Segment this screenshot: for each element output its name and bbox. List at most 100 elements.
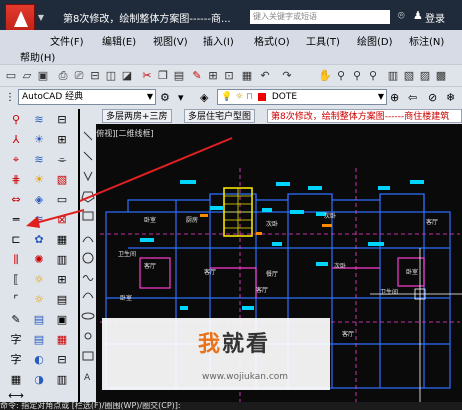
block-editor-icon[interactable]: ⊞ [206, 69, 220, 83]
menu-file[interactable]: 文件(F) [50, 33, 84, 48]
point-icon[interactable]: ⊟ [54, 352, 70, 368]
layer-state-icon[interactable]: ⊘ [428, 91, 437, 104]
room-label: 卧室 [120, 294, 132, 302]
make-current-icon[interactable]: ⊕ [390, 91, 399, 104]
cloud-icon[interactable]: ▥ [54, 252, 70, 268]
command-line[interactable]: 命令: 指定对角点或 [栏选(F)/圈围(WP)/圈交(CP)]: [0, 402, 462, 410]
annotation-arrow-head [26, 209, 84, 228]
join-icon[interactable]: ⟦ [8, 272, 24, 288]
tool-palettes-icon[interactable]: ▨ [418, 69, 432, 83]
polygon-icon[interactable]: ▧ [54, 172, 70, 188]
line-icon[interactable]: ⊟ [54, 112, 70, 128]
layers-icon[interactable]: ≋ [31, 112, 47, 128]
open-folder-icon[interactable]: ▱ [20, 69, 34, 83]
room-label: 次卧 [324, 212, 336, 220]
modify-toolbar-strip: A [80, 124, 96, 402]
multiline-text-icon[interactable]: 字 [8, 352, 24, 368]
publish-icon[interactable]: ⊟ [88, 69, 102, 83]
3d-print-icon[interactable]: ◪ [120, 69, 134, 83]
print-preview-icon[interactable]: ⎚ [72, 69, 86, 83]
offset-icon[interactable]: ⌖ [8, 152, 24, 168]
lock-layer-icon[interactable]: ▤ [31, 312, 47, 328]
dimension-linear-icon[interactable]: ═ [8, 212, 24, 228]
bulb-on-icon[interactable]: ☀ [31, 172, 47, 188]
menu-view[interactable]: 视图(V) [153, 33, 188, 48]
properties-icon[interactable]: ▥ [386, 69, 400, 83]
draw-toolbar-column-3: ⊟ ⊞ ⌯ ▧ ▭ ⊠ ▦ ▥ ⊞ ▤ ▣ ▦ ⊟ ▥ [51, 108, 73, 404]
thaw-icon[interactable]: ☼ [31, 292, 47, 308]
workspace-settings-icon[interactable]: ⚙ [160, 91, 170, 104]
sun-icon: ☼ [235, 92, 244, 102]
hatch-icon[interactable]: ⋕ [8, 172, 24, 188]
zoom-realtime-icon[interactable]: ⚲ [334, 69, 348, 83]
login-link[interactable]: 登录 [425, 10, 445, 25]
workspace-select[interactable]: AutoCAD 经典 ▼ [18, 89, 156, 105]
make-block-icon[interactable]: ▦ [54, 332, 70, 348]
watermark-logo: 我就看 [198, 326, 270, 358]
array-icon[interactable]: ⅄ [8, 132, 24, 148]
layer-delete-icon[interactable]: ✺ [31, 252, 47, 268]
room-label: 客厅 [204, 268, 216, 276]
menu-format[interactable]: 格式(O) [254, 33, 290, 48]
menu-insert[interactable]: 插入(I) [203, 33, 234, 48]
break-icon[interactable]: ⫼ [8, 252, 24, 268]
menu-dimension[interactable]: 标注(N) [409, 33, 444, 48]
table-icon[interactable]: ▦ [8, 372, 24, 388]
brush-icon[interactable]: ✎ [8, 312, 24, 328]
layer-properties-icon[interactable]: ◈ [200, 91, 208, 104]
region-icon[interactable]: ▥ [54, 372, 70, 388]
zoom-previous-icon[interactable]: ⚲ [366, 69, 380, 83]
mirror-icon[interactable]: ⚲ [8, 112, 24, 128]
spline-icon[interactable]: ⊞ [54, 272, 70, 288]
match-properties-icon[interactable]: ✎ [190, 69, 204, 83]
copy-icon[interactable]: ❐ [156, 69, 170, 83]
binoculars-icon[interactable]: ⌾ [398, 9, 405, 23]
layer-select[interactable]: 💡 ☼ ⊓ DOTE ▼ [217, 89, 387, 105]
search-input[interactable]: 键入关键字或短语 [250, 10, 390, 24]
redo-icon[interactable]: ↷ [280, 69, 294, 83]
lengthen-icon[interactable]: ⊏ [8, 232, 24, 248]
chevron-down-icon: ▼ [377, 92, 384, 101]
customize-icon[interactable]: ▾ [178, 91, 184, 104]
undo-icon[interactable]: ↶ [258, 69, 272, 83]
plot-icon[interactable]: ◫ [104, 69, 118, 83]
user-icon[interactable]: ♟ [413, 9, 423, 22]
menu-help[interactable]: 帮助(H) [20, 49, 55, 64]
sheet-set-icon[interactable]: ▩ [434, 69, 448, 83]
room-label: 客厅 [144, 262, 156, 270]
layer-on-icon[interactable]: ◑ [31, 372, 47, 388]
layer-walk-icon[interactable]: ≋ [31, 152, 47, 168]
room-label: 次卧 [266, 220, 278, 228]
polyline-icon[interactable]: ⌯ [54, 152, 70, 168]
paste-icon[interactable]: ▤ [172, 69, 186, 83]
layer-previous-icon[interactable]: ⇦ [408, 91, 417, 104]
construction-line-icon[interactable]: ⊞ [54, 132, 70, 148]
chevron-down-icon: ▼ [37, 13, 44, 22]
menu-edit[interactable]: 编辑(E) [102, 33, 136, 48]
cut-icon[interactable]: ✂ [140, 69, 154, 83]
room-label: 次卧 [334, 262, 346, 270]
insert-block-icon[interactable]: ⊡ [222, 69, 236, 83]
new-file-icon[interactable]: ▭ [4, 69, 18, 83]
design-center-icon[interactable]: ▧ [402, 69, 416, 83]
menu-draw[interactable]: 绘图(D) [357, 33, 393, 48]
attach-icon[interactable]: ▦ [240, 69, 254, 83]
text-icon[interactable]: 字 [8, 332, 24, 348]
pan-icon[interactable]: ✋ [318, 69, 332, 83]
stretch-icon[interactable]: ⇔ [8, 192, 24, 208]
freeze-icon[interactable]: ☼ [31, 272, 47, 288]
workspace-value: AutoCAD 经典 [22, 92, 84, 102]
menu-tools[interactable]: 工具(T) [306, 33, 340, 48]
bulb-icon[interactable]: ☀ [31, 132, 47, 148]
autocad-logo-icon [14, 11, 28, 27]
layer-off-icon[interactable]: ◐ [31, 352, 47, 368]
layer-freeze-icon[interactable]: ❄ [446, 91, 455, 104]
ellipse-icon[interactable]: ▤ [54, 292, 70, 308]
print-icon[interactable]: ⎙ [56, 69, 70, 83]
save-icon[interactable]: ▣ [36, 69, 50, 83]
chamfer-icon[interactable]: ⌜ [8, 292, 24, 308]
zoom-window-icon[interactable]: ⚲ [350, 69, 364, 83]
unlock-layer-icon[interactable]: ▤ [31, 332, 47, 348]
insert-icon[interactable]: ▣ [54, 312, 70, 328]
room-label: 卫生间 [118, 250, 136, 258]
